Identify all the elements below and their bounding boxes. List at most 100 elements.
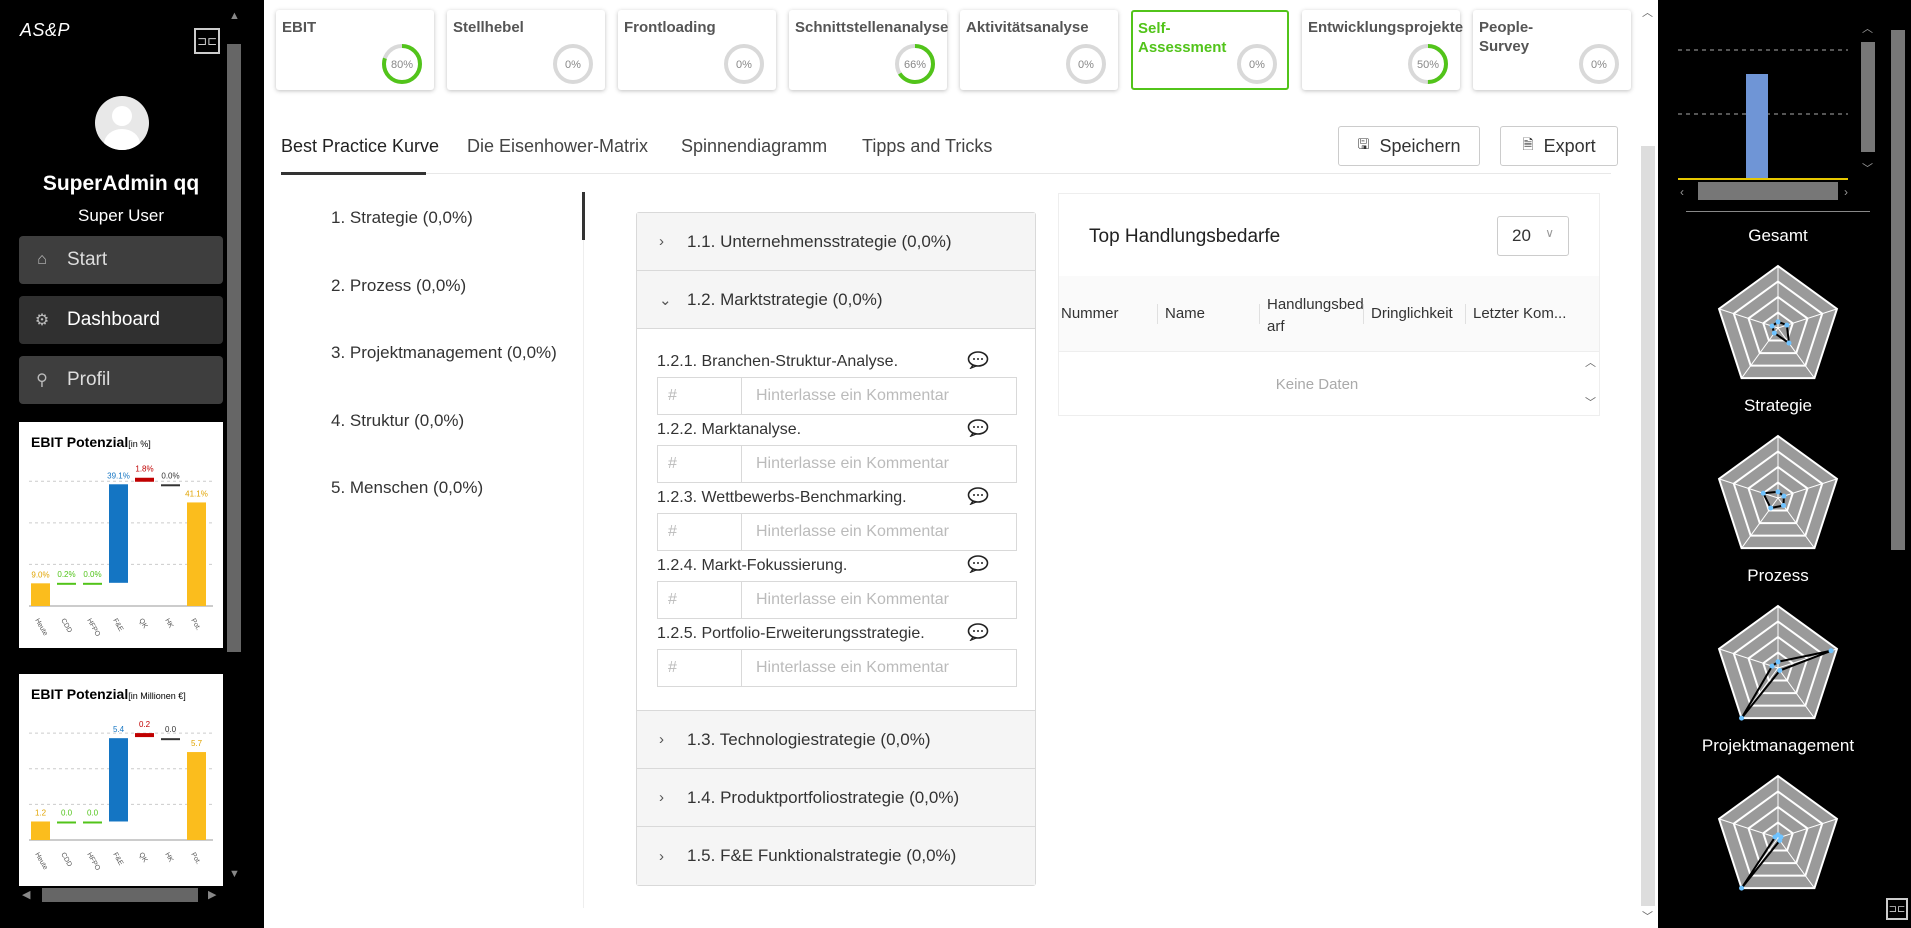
progress-ring: 0% bbox=[1066, 44, 1106, 84]
scroll-up-icon[interactable]: ︿ bbox=[1585, 354, 1596, 370]
export-button[interactable]: 🗎 Export bbox=[1500, 126, 1618, 166]
nav-profil[interactable]: ⚲ Profil bbox=[19, 356, 223, 404]
category-projektmanagement[interactable]: 3. Projektmanagement (0,0%) bbox=[331, 343, 557, 363]
ebit-category-label: Heute bbox=[33, 852, 48, 872]
sidebar: AS&P ⊐⊏ SuperAdmin qq Super User ⌂ Start… bbox=[0, 0, 264, 928]
comment-field[interactable]: Hinterlasse ein Kommentar bbox=[742, 582, 1016, 618]
main-scroll-thumb[interactable] bbox=[1641, 146, 1655, 906]
tile-ebit[interactable]: EBIT 80% bbox=[276, 10, 434, 90]
scroll-up-icon[interactable]: ︿ bbox=[1862, 20, 1873, 36]
number-field[interactable]: # bbox=[658, 378, 742, 414]
scroll-up-icon[interactable]: ︿ bbox=[1642, 4, 1653, 20]
ebit-bar-label: 1.8% bbox=[135, 465, 153, 474]
number-field[interactable]: # bbox=[658, 650, 742, 686]
radar-chart-strategie bbox=[1717, 264, 1839, 380]
ebit-category-label: HK bbox=[163, 618, 174, 630]
scroll-down-icon[interactable]: ﹀ bbox=[1585, 394, 1596, 410]
category-prozess[interactable]: 2. Prozess (0,0%) bbox=[331, 276, 466, 296]
sidebar-horizontal-scrollbar[interactable]: ◀ ▶ bbox=[18, 886, 224, 904]
comment-field[interactable]: Hinterlasse ein Kommentar bbox=[742, 650, 1016, 686]
accordion-header-1-3[interactable]: › 1.3. Technologiestrategie (0,0%) bbox=[637, 711, 1035, 769]
tile-stellhebel[interactable]: Stellhebel 0% bbox=[447, 10, 605, 90]
question-label: 1.2.3. Wettbewerbs-Benchmarking. bbox=[657, 489, 907, 506]
tile-label: Aktivitätsanalyse bbox=[966, 19, 1089, 36]
column-header-name[interactable]: Name bbox=[1165, 303, 1205, 325]
comment-icon[interactable] bbox=[967, 351, 989, 369]
ebit-bar-label: 0.0% bbox=[161, 471, 179, 480]
scroll-up-icon[interactable]: ▲ bbox=[229, 10, 240, 22]
column-header-handlungsbedarf[interactable]: Handlungsbed arf bbox=[1267, 294, 1367, 338]
category-menschen[interactable]: 5. Menschen (0,0%) bbox=[331, 478, 483, 498]
comment-icon[interactable] bbox=[967, 555, 989, 573]
tab-best-practice-kurve[interactable]: Best Practice Kurve bbox=[281, 136, 439, 157]
comment-icon[interactable] bbox=[967, 419, 989, 437]
accordion-header-1-5[interactable]: › 1.5. F&E Funktionalstrategie (0,0%) bbox=[637, 827, 1035, 885]
column-header-nummer[interactable]: Nummer bbox=[1061, 303, 1119, 325]
tab-tipps-and-tricks[interactable]: Tipps and Tricks bbox=[862, 136, 992, 157]
tile-schnittstellenanalyse[interactable]: Schnittstellenanalyse 66% bbox=[789, 10, 949, 90]
svg-text:›: › bbox=[1844, 185, 1848, 199]
accordion-header-1-2[interactable]: ⌄ 1.2. Marktstrategie (0,0%) bbox=[637, 271, 1035, 329]
scroll-down-icon[interactable]: ▼ bbox=[229, 868, 240, 880]
number-field[interactable]: # bbox=[658, 514, 742, 550]
nav-start[interactable]: ⌂ Start bbox=[19, 236, 223, 284]
chart-vertical-scrollbar[interactable]: ︿ ﹀ bbox=[1858, 20, 1878, 178]
save-button[interactable]: 🖫 Speichern bbox=[1338, 126, 1480, 166]
ebit-bar bbox=[31, 583, 50, 606]
progress-percent: 0% bbox=[1591, 59, 1607, 71]
radar-title-projektmanagement: Projektmanagement bbox=[1701, 736, 1855, 755]
tile-entwicklungsprojekte[interactable]: Entwicklungsprojekte 50% bbox=[1302, 10, 1463, 90]
tile-aktivitaetsanalyse[interactable]: Aktivitätsanalyse 0% bbox=[960, 10, 1118, 90]
column-header-dringlichkeit[interactable]: Dringlichkeit bbox=[1371, 303, 1453, 325]
radar-point bbox=[1828, 648, 1834, 654]
number-field[interactable]: # bbox=[658, 582, 742, 618]
logo: AS&P bbox=[20, 20, 71, 40]
number-field[interactable]: # bbox=[658, 446, 742, 482]
tile-frontloading[interactable]: Frontloading 0% bbox=[618, 10, 776, 90]
radar-title-prozess: Prozess bbox=[1747, 566, 1809, 585]
tab-spinnendiagramm[interactable]: Spinnendiagramm bbox=[681, 136, 827, 157]
tile-label: Schnittstellenanalyse bbox=[795, 19, 949, 36]
collapse-sidebar-icon[interactable]: ⊐⊏ bbox=[194, 28, 220, 54]
ebit-bar-label: 0.0% bbox=[83, 570, 101, 579]
radar-point bbox=[1775, 659, 1781, 665]
sidebar-hscroll-thumb[interactable] bbox=[42, 888, 198, 902]
scroll-down-icon[interactable]: ﹀ bbox=[1862, 160, 1873, 176]
category-strategie[interactable]: 1. Strategie (0,0%) bbox=[331, 208, 473, 228]
ebit-bar-label: 0.0 bbox=[165, 725, 177, 734]
tab-eisenhower-matrix[interactable]: Die Eisenhower-Matrix bbox=[467, 136, 648, 157]
sidebar-vertical-scrollbar[interactable]: ▲ ▼ bbox=[224, 10, 244, 890]
progress-ring: 50% bbox=[1408, 44, 1448, 84]
radar-title-gesamt: Gesamt bbox=[1748, 226, 1808, 245]
accordion-header-1-4[interactable]: › 1.4. Produktportfoliostrategie (0,0%) bbox=[637, 769, 1035, 827]
count-select[interactable]: 20 ∨ bbox=[1497, 216, 1569, 256]
ebit-bar bbox=[135, 477, 154, 482]
comment-icon[interactable] bbox=[967, 487, 989, 505]
nav-dashboard[interactable]: ⚙ Dashboard bbox=[19, 296, 223, 344]
tile-people-survey[interactable]: People-Survey 0% bbox=[1473, 10, 1631, 90]
main-vertical-scrollbar[interactable]: ︿ ﹀ bbox=[1638, 0, 1658, 928]
tile-self-assessment[interactable]: Self-Assessment 0% bbox=[1131, 10, 1289, 90]
comment-field[interactable]: Hinterlasse ein Kommentar bbox=[742, 514, 1016, 550]
category-struktur[interactable]: 4. Struktur (0,0%) bbox=[331, 411, 464, 431]
accordion-header-1-1[interactable]: › 1.1. Unternehmensstrategie (0,0%) bbox=[637, 213, 1035, 271]
gesamt-bar bbox=[1746, 74, 1768, 178]
comment-field[interactable]: Hinterlasse ein Kommentar bbox=[742, 446, 1016, 482]
table-scrollbar[interactable]: ︿ ﹀ bbox=[1583, 354, 1597, 414]
column-header-letzter-kommentar[interactable]: Letzter Kom... bbox=[1473, 303, 1566, 325]
chart-scroll-thumb[interactable] bbox=[1861, 42, 1875, 152]
scroll-right-icon[interactable]: ▶ bbox=[208, 888, 216, 901]
ebit-bar bbox=[109, 484, 128, 583]
comment-icon[interactable] bbox=[967, 623, 989, 641]
empty-state: Keine Daten bbox=[1275, 376, 1359, 393]
sidebar-scroll-thumb[interactable] bbox=[227, 44, 241, 652]
scroll-left-icon[interactable]: ◀ bbox=[22, 888, 30, 901]
progress-percent: 66% bbox=[904, 59, 926, 71]
question-input-row: # Hinterlasse ein Kommentar bbox=[657, 377, 1017, 415]
ebit-bar bbox=[135, 733, 154, 738]
comment-field[interactable]: Hinterlasse ein Kommentar bbox=[742, 378, 1016, 414]
chevron-right-icon: › bbox=[659, 233, 664, 250]
ebit-bar bbox=[83, 821, 102, 824]
collapse-panel-icon[interactable]: ⊐⊏ bbox=[1886, 898, 1908, 920]
scroll-down-icon[interactable]: ﹀ bbox=[1642, 908, 1653, 924]
